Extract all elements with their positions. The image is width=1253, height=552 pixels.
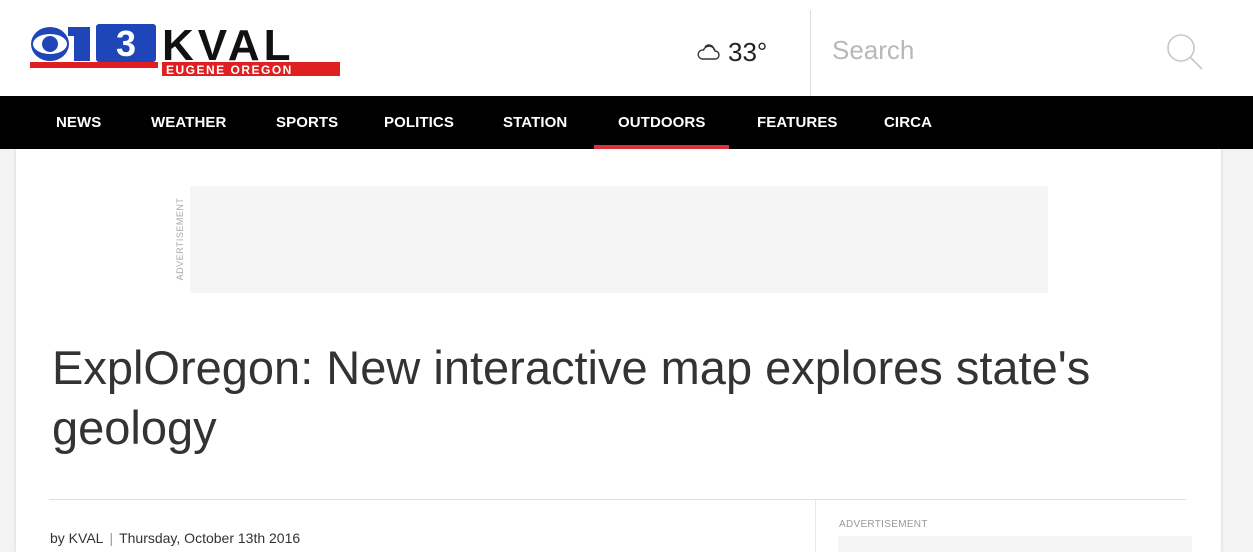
station-logo[interactable]: 3 KVAL EUGENE OREGON	[30, 21, 340, 78]
ad-label-text: ADVERTISEMENT	[175, 197, 185, 281]
side-ad-slot[interactable]	[838, 536, 1192, 552]
headline-divider	[49, 499, 1186, 500]
nav-item-news[interactable]: NEWS	[56, 96, 101, 149]
header-divider	[810, 10, 811, 96]
ad-slot[interactable]	[190, 186, 1048, 293]
nav-item-circa[interactable]: CIRCA	[884, 96, 932, 149]
weather-temperature: 33°	[728, 36, 768, 67]
svg-text:3: 3	[116, 23, 136, 64]
svg-text:EUGENE OREGON: EUGENE OREGON	[166, 63, 293, 77]
byline-separator: |	[109, 530, 114, 546]
top-advertisement: ADVERTISEMENT	[173, 186, 1048, 293]
ad-label: ADVERTISEMENT	[173, 186, 187, 293]
main-nav: NEWS WEATHER SPORTS POLITICS STATION OUT…	[0, 96, 1253, 149]
article-author[interactable]: by KVAL	[50, 530, 103, 546]
nav-item-weather[interactable]: WEATHER	[151, 96, 226, 149]
search-input[interactable]	[832, 30, 1132, 70]
article-byline: by KVAL | Thursday, October 13th 2016	[50, 530, 300, 546]
cloud-icon	[697, 44, 720, 60]
article-headline: ExplOregon: New interactive map explores…	[52, 341, 1091, 454]
search-icon[interactable]	[1165, 32, 1205, 72]
column-divider	[815, 500, 816, 552]
cbs-eye-icon	[31, 27, 69, 61]
nav-item-features[interactable]: FEATURES	[757, 96, 838, 149]
nav-item-station[interactable]: STATION	[503, 96, 567, 149]
weather-widget[interactable]: 33°	[696, 32, 767, 72]
site-header: 3 KVAL EUGENE OREGON 33°	[0, 0, 1253, 96]
search-box[interactable]	[832, 30, 1222, 72]
nav-item-sports[interactable]: SPORTS	[276, 96, 338, 149]
side-ad-label: ADVERTISEMENT	[839, 519, 928, 530]
page: 3 KVAL EUGENE OREGON 33° N	[0, 0, 1253, 552]
article-date: Thursday, October 13th 2016	[119, 530, 301, 546]
cbs-13-kval-logo: 3 KVAL EUGENE OREGON	[30, 21, 340, 77]
nav-item-outdoors[interactable]: OUTDOORS	[593, 96, 731, 149]
nav-item-politics[interactable]: POLITICS	[384, 96, 454, 149]
